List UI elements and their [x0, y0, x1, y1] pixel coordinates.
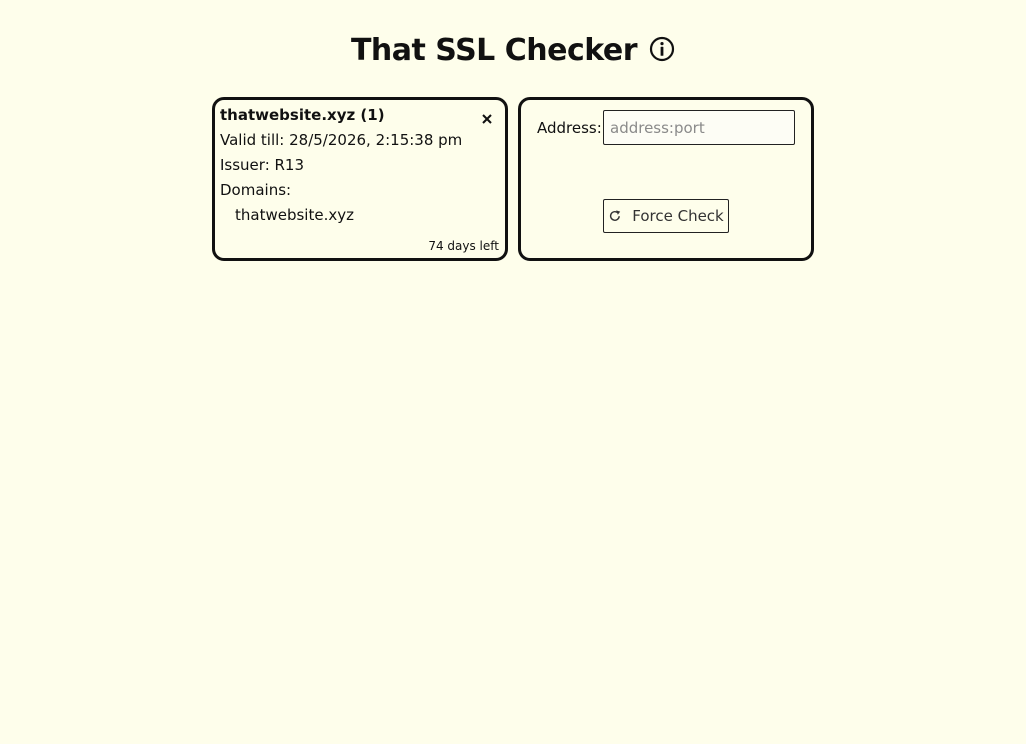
force-check-button[interactable]: Force Check: [603, 199, 729, 233]
header: That SSL Checker: [0, 28, 1026, 74]
close-button[interactable]: [480, 111, 494, 125]
info-circle-icon[interactable]: [649, 36, 675, 62]
address-input[interactable]: [603, 110, 795, 145]
page-title: That SSL Checker: [350, 33, 638, 68]
domains-label: Domains:: [220, 181, 292, 199]
issuer-text: Issuer: R13: [220, 156, 305, 174]
days-left-text: 74 days left: [428, 239, 499, 253]
refresh-icon: [608, 209, 622, 223]
address-label: Address:: [537, 119, 602, 137]
valid-till-text: Valid till: 28/5/2026, 2:15:38 pm: [220, 131, 463, 149]
check-card: Address: Force Check: [518, 97, 814, 261]
certificate-title: thatwebsite.xyz (1): [220, 106, 385, 124]
close-icon[interactable]: [482, 109, 492, 128]
domain-list-item: thatwebsite.xyz: [235, 206, 354, 224]
force-check-label: Force Check: [632, 207, 724, 225]
certificate-card: thatwebsite.xyz (1) Valid till: 28/5/202…: [212, 97, 508, 261]
